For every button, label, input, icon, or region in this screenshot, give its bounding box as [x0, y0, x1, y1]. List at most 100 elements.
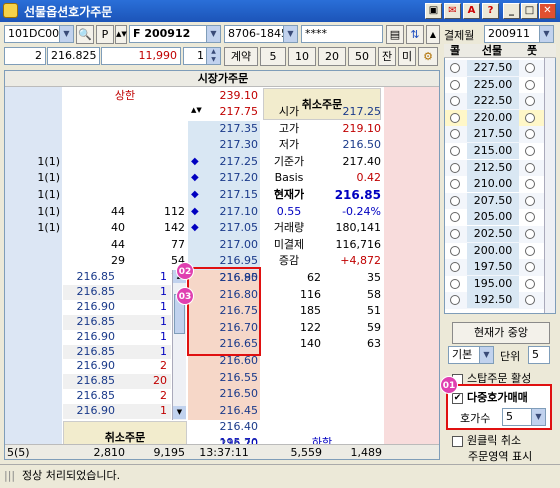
settings-gear-icon[interactable]: ⚙	[418, 47, 438, 66]
ask-price[interactable]: 217.25	[205, 154, 259, 170]
option-row[interactable]: 197.50	[445, 259, 544, 276]
arrow-up-icon[interactable]: ▲	[426, 25, 440, 44]
code-input[interactable]: F 200912 ▼	[129, 25, 221, 43]
mode-select[interactable]: 기본 ▼	[448, 346, 494, 364]
maximize-button[interactable]: □	[521, 3, 538, 19]
bid-price[interactable]: 216.55	[205, 370, 259, 386]
option-row[interactable]: 195.00	[445, 275, 544, 293]
put-radio[interactable]	[525, 229, 535, 239]
option-row[interactable]: 225.00	[445, 76, 544, 94]
order-list-row[interactable]: 216.85 1	[63, 314, 171, 330]
order-list-row[interactable]: 216.90 1	[63, 329, 171, 345]
multi-order-checkbox[interactable]: ✔ 다중호가매매	[452, 389, 528, 405]
call-radio[interactable]	[450, 179, 460, 190]
qty-20-button[interactable]: 20	[318, 47, 346, 66]
settle-month-select[interactable]: 200911 ▼	[484, 25, 554, 43]
put-radio[interactable]	[525, 129, 535, 140]
order-list-row[interactable]: 216.85 1	[63, 270, 171, 285]
order-list-row[interactable]: 216.85 1	[63, 284, 171, 300]
order-list-row[interactable]: 216.85 2	[63, 389, 171, 405]
order-list-row[interactable]: 216.85 1	[63, 344, 171, 360]
window-icon-2[interactable]: ✉	[444, 3, 461, 19]
call-radio[interactable]	[450, 162, 460, 173]
call-radio[interactable]	[450, 195, 460, 206]
window-icon-1[interactable]: ▣	[425, 3, 442, 19]
account-select[interactable]: 101DC000 ▼	[4, 25, 74, 43]
option-row[interactable]: 212.50	[445, 159, 544, 177]
call-radio[interactable]	[450, 79, 460, 90]
help-icon[interactable]: ?	[482, 3, 499, 19]
search-icon[interactable]: 🔍	[76, 25, 94, 44]
option-row[interactable]: 220.00	[445, 109, 544, 127]
ask-order-count[interactable]: 1(1)	[5, 170, 60, 186]
bid-price[interactable]: 216.50	[205, 386, 259, 402]
option-scrollbar[interactable]	[544, 58, 555, 313]
ask-price[interactable]: 217.35	[205, 121, 259, 137]
put-radio[interactable]	[525, 245, 535, 256]
call-radio[interactable]	[450, 245, 460, 256]
option-row[interactable]: 200.00	[445, 242, 544, 260]
put-radio[interactable]	[525, 278, 535, 289]
unfilled-button[interactable]: 미	[398, 47, 416, 66]
option-row[interactable]: 192.50	[445, 292, 544, 309]
ask-scroll-icon[interactable]: ▲▼	[191, 107, 202, 114]
qty-10-button[interactable]: 10	[288, 47, 316, 66]
put-radio[interactable]	[525, 162, 535, 173]
option-row[interactable]: 215.00	[445, 143, 544, 160]
ask-price[interactable]: 217.75	[205, 104, 259, 120]
order-list-row[interactable]: 216.90 1	[63, 299, 171, 315]
center-current-price-button[interactable]: 현재가 중앙	[452, 322, 550, 344]
put-radio[interactable]	[525, 112, 535, 123]
pin-icon[interactable]: P	[96, 25, 114, 44]
put-radio[interactable]	[525, 179, 535, 190]
call-radio[interactable]	[450, 146, 460, 156]
copy-icon[interactable]: ▤	[386, 25, 404, 44]
put-radio[interactable]	[525, 146, 535, 156]
ask-order-count[interactable]: 1(1)	[5, 187, 60, 203]
call-radio[interactable]	[450, 96, 460, 107]
put-radio[interactable]	[525, 262, 535, 273]
order-list-row[interactable]: 216.85 20	[63, 374, 171, 390]
call-radio[interactable]	[450, 229, 460, 239]
password-field[interactable]: ****	[301, 25, 383, 43]
call-radio[interactable]	[450, 262, 460, 273]
call-radio[interactable]	[450, 278, 460, 289]
spin-icon[interactable]: ▲▼	[115, 25, 127, 44]
account-number-select[interactable]: 8706-1845 ▼	[224, 25, 298, 43]
ask-price[interactable]: 217.00	[205, 237, 259, 253]
put-radio[interactable]	[525, 79, 535, 90]
ask-price[interactable]: 217.20	[205, 170, 259, 186]
transfer-icon[interactable]: ⇅	[406, 25, 424, 44]
close-button[interactable]: ✕	[539, 3, 556, 19]
call-radio[interactable]	[450, 112, 460, 123]
bid-price[interactable]: 216.45	[205, 403, 259, 419]
market-order-header[interactable]: 시장가주문	[5, 71, 439, 87]
put-radio[interactable]	[525, 195, 535, 206]
call-radio[interactable]	[450, 212, 460, 223]
option-row[interactable]: 205.00	[445, 209, 544, 226]
put-radio[interactable]	[525, 96, 535, 107]
ask-price[interactable]: 217.15	[205, 187, 259, 203]
option-row[interactable]: 210.00	[445, 176, 544, 193]
balance-button[interactable]: 잔	[378, 47, 396, 66]
call-radio[interactable]	[450, 129, 460, 140]
tick-count-select[interactable]: 5 ▼	[502, 408, 546, 426]
option-row[interactable]: 207.50	[445, 192, 544, 210]
option-row[interactable]: 202.50	[445, 226, 544, 243]
put-radio[interactable]	[525, 295, 535, 306]
scroll-down-icon[interactable]: ▼	[173, 406, 186, 419]
order-qty-input[interactable]: 1 ▲ ▼	[183, 47, 221, 65]
ask-order-count[interactable]: 1(1)	[5, 220, 60, 236]
option-row[interactable]: 227.50	[445, 60, 544, 77]
qty-5-button[interactable]: 5	[260, 47, 286, 66]
order-list-row[interactable]: 216.90 2	[63, 359, 171, 375]
minimize-button[interactable]: _	[503, 3, 520, 19]
put-radio[interactable]	[525, 212, 535, 223]
option-row[interactable]: 217.50	[445, 126, 544, 143]
put-radio[interactable]	[525, 63, 535, 73]
ask-price[interactable]: 217.05	[205, 220, 259, 236]
window-icon-3[interactable]: A	[463, 3, 480, 19]
ask-price[interactable]: 217.10	[205, 204, 259, 220]
bid-price[interactable]: 216.40	[205, 419, 259, 435]
ask-order-count[interactable]: 1(1)	[5, 154, 60, 170]
